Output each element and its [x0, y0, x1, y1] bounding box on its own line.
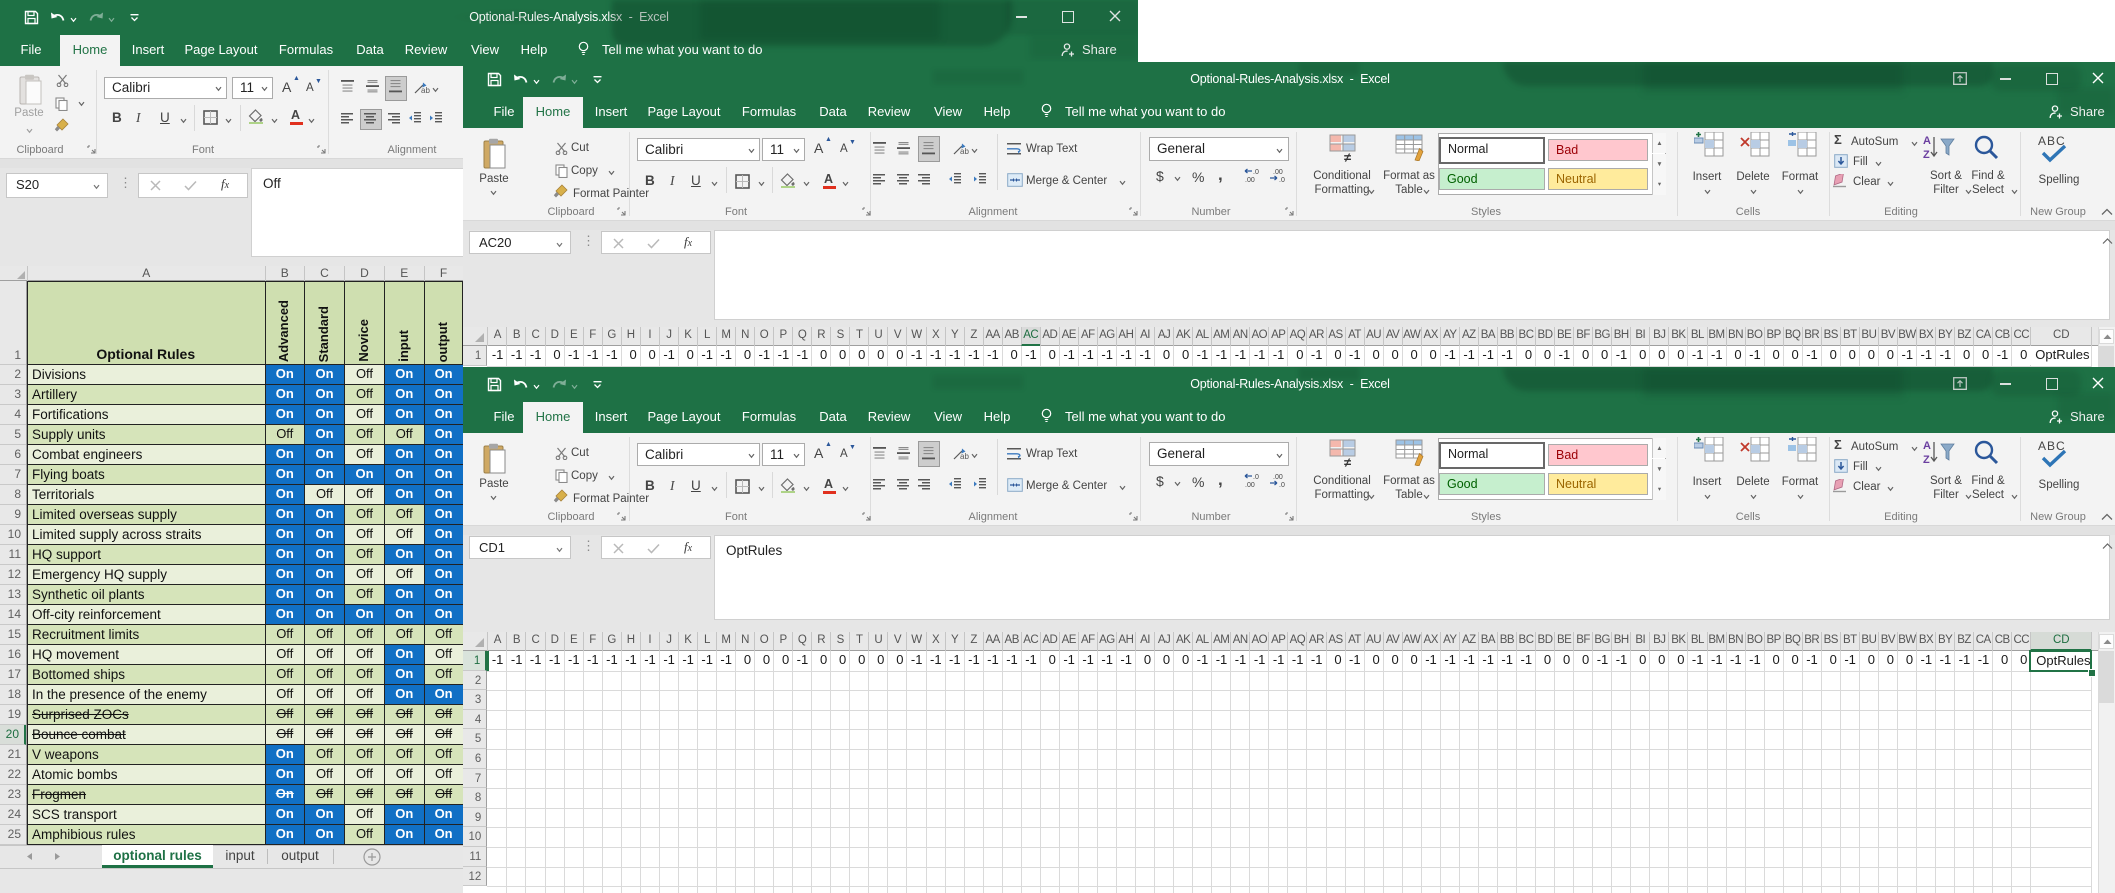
svg-text:ab: ab — [421, 86, 430, 95]
svg-text:ABC: ABC — [2038, 134, 2066, 148]
svg-text:ABC: ABC — [2038, 439, 2066, 453]
svg-text:.0: .0 — [1279, 482, 1285, 488]
svg-text:.00: .00 — [1273, 474, 1283, 481]
svg-text:.00: .00 — [1273, 169, 1283, 176]
svg-text:.0: .0 — [1253, 169, 1259, 176]
svg-text:.00: .00 — [1245, 177, 1255, 183]
svg-text:≠: ≠ — [1344, 150, 1351, 163]
svg-text:A: A — [1923, 135, 1931, 147]
svg-text:ab: ab — [960, 147, 969, 156]
svg-text:.0: .0 — [1279, 177, 1285, 183]
svg-text:Z: Z — [1923, 149, 1930, 161]
svg-text:A: A — [1923, 440, 1931, 452]
svg-text:.0: .0 — [1253, 474, 1259, 481]
svg-text:.00: .00 — [1245, 482, 1255, 488]
svg-text:Z: Z — [1923, 454, 1930, 466]
svg-text:≠: ≠ — [1344, 455, 1351, 468]
svg-text:ab: ab — [960, 452, 969, 461]
